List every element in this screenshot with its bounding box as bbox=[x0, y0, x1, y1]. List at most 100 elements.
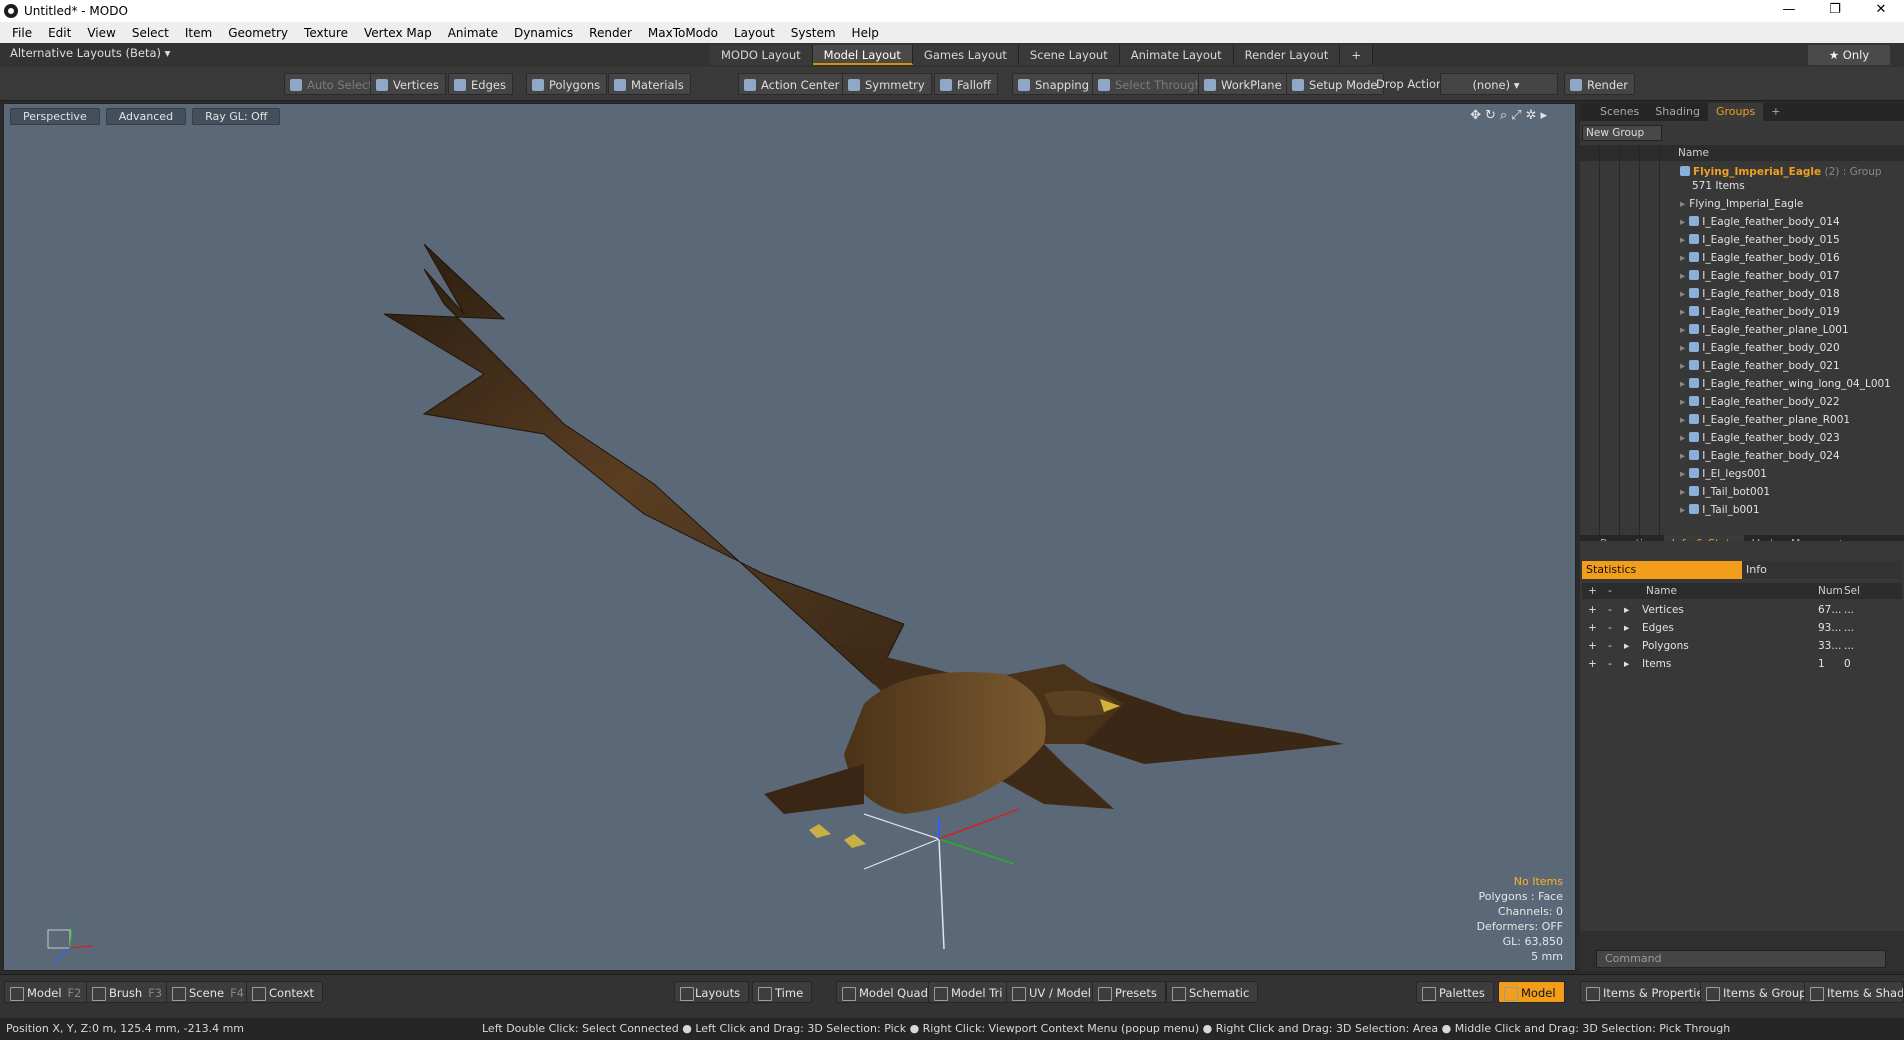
list-item[interactable]: ▸ I_Eagle_feather_body_018 bbox=[1680, 285, 1904, 303]
model-layout-button[interactable]: Model bbox=[1498, 981, 1565, 1003]
list-item[interactable]: ▸ Flying_Imperial_Eagle bbox=[1680, 195, 1904, 213]
symmetry-button[interactable]: Symmetry bbox=[842, 73, 932, 95]
tab-model-layout[interactable]: Model Layout bbox=[812, 45, 913, 65]
list-item[interactable]: ▸ I_Eagle_feather_body_017 bbox=[1680, 267, 1904, 285]
table-row[interactable]: + - ▸ Items 1 0 bbox=[1582, 655, 1902, 673]
falloff-button[interactable]: Falloff bbox=[934, 73, 998, 95]
model-quad-button[interactable]: Model Quad bbox=[836, 981, 937, 1003]
expand-icon[interactable]: + bbox=[1588, 601, 1597, 619]
menu-render[interactable]: Render bbox=[581, 26, 640, 40]
action-center-button[interactable]: Action Center bbox=[738, 73, 847, 95]
only-toggle[interactable]: ★ Only bbox=[1808, 45, 1890, 65]
model-mode-button[interactable]: Model F2 bbox=[4, 981, 91, 1003]
uv-model-button[interactable]: UV / Model bbox=[1006, 981, 1100, 1003]
layouts-button[interactable]: Layouts bbox=[674, 981, 750, 1003]
list-item[interactable]: ▸ I_Eagle_feather_plane_R001 bbox=[1680, 411, 1904, 429]
edges-button[interactable]: Edges bbox=[448, 73, 513, 95]
tab-shading[interactable]: Shading bbox=[1647, 103, 1708, 121]
materials-button[interactable]: Materials bbox=[608, 73, 691, 95]
items-shading-button[interactable]: Items & Shading bbox=[1804, 981, 1904, 1003]
menu-dynamics[interactable]: Dynamics bbox=[506, 26, 581, 40]
menu-help[interactable]: Help bbox=[844, 26, 887, 40]
tab-games-layout[interactable]: Games Layout bbox=[912, 45, 1019, 65]
select-through-button[interactable]: Select Through bbox=[1092, 73, 1209, 95]
context-button[interactable]: Context bbox=[246, 981, 324, 1003]
palettes-button[interactable]: Palettes bbox=[1416, 981, 1494, 1003]
close-button[interactable]: ✕ bbox=[1858, 0, 1904, 22]
collapse-all-icon[interactable]: - bbox=[1608, 583, 1612, 599]
tab-scenes[interactable]: Scenes bbox=[1592, 103, 1647, 121]
menu-view[interactable]: View bbox=[79, 26, 123, 40]
presets-button[interactable]: Presets bbox=[1092, 981, 1166, 1003]
menu-select[interactable]: Select bbox=[124, 26, 177, 40]
tab-render-layout[interactable]: Render Layout bbox=[1233, 45, 1341, 65]
tab-animate-layout[interactable]: Animate Layout bbox=[1119, 45, 1234, 65]
expand-icon[interactable]: + bbox=[1588, 637, 1597, 655]
drop-action-select[interactable]: (none) ▾ bbox=[1440, 73, 1558, 95]
chevron-right-icon: ▸ bbox=[1624, 658, 1630, 670]
command-input[interactable]: Command bbox=[1596, 950, 1886, 968]
scene-mode-button[interactable]: Scene F4 bbox=[166, 981, 253, 1003]
menu-texture[interactable]: Texture bbox=[296, 26, 356, 40]
list-item[interactable]: ▸ I_Eagle_feather_plane_L001 bbox=[1680, 321, 1904, 339]
3d-viewport[interactable]: Perspective Advanced Ray GL: Off ✥↻⌕⤢✲▸ bbox=[3, 103, 1576, 971]
add-tab-button[interactable]: + bbox=[1763, 103, 1788, 121]
polygons-button[interactable]: Polygons bbox=[526, 73, 608, 95]
list-item[interactable]: ▸ I_Eagle_feather_body_019 bbox=[1680, 303, 1904, 321]
list-item[interactable]: ▸ I_Eagle_feather_wing_long_04_L001 bbox=[1680, 375, 1904, 393]
render-button[interactable]: Render bbox=[1564, 73, 1635, 95]
table-row[interactable]: + - ▸ Vertices 67...... bbox=[1582, 601, 1902, 619]
tab-modo-layout[interactable]: MODO Layout bbox=[710, 45, 813, 65]
expand-icon[interactable]: + bbox=[1588, 655, 1597, 673]
expand-icon[interactable]: + bbox=[1588, 619, 1597, 637]
list-item[interactable]: ▸ I_Tail_bot001 bbox=[1680, 483, 1904, 501]
list-item[interactable]: ▸ I_El_legs001 bbox=[1680, 465, 1904, 483]
menu-animate[interactable]: Animate bbox=[440, 26, 506, 40]
list-item[interactable]: ▸ I_Eagle_feather_body_014 bbox=[1680, 213, 1904, 231]
new-group-button[interactable]: New Group bbox=[1582, 125, 1662, 141]
minimize-button[interactable]: — bbox=[1766, 0, 1812, 22]
brush-mode-button[interactable]: Brush F3 bbox=[86, 981, 172, 1003]
menu-vertex-map[interactable]: Vertex Map bbox=[356, 26, 440, 40]
tab-scene-layout[interactable]: Scene Layout bbox=[1018, 45, 1120, 65]
list-item[interactable]: ▸ I_Eagle_feather_body_023 bbox=[1680, 429, 1904, 447]
workplane-button[interactable]: WorkPlane bbox=[1198, 73, 1289, 95]
setup-mode-button[interactable]: Setup Mode bbox=[1286, 73, 1385, 95]
menu-geometry[interactable]: Geometry bbox=[220, 26, 296, 40]
lock-column[interactable] bbox=[1620, 145, 1640, 545]
table-row[interactable]: + - ▸ Polygons 33...... bbox=[1582, 637, 1902, 655]
select-column[interactable] bbox=[1640, 145, 1660, 545]
list-item[interactable]: ▸ I_Eagle_feather_body_020 bbox=[1680, 339, 1904, 357]
menu-system[interactable]: System bbox=[783, 26, 844, 40]
tab-info[interactable]: Info bbox=[1742, 561, 1902, 579]
tab-groups[interactable]: Groups bbox=[1707, 103, 1764, 121]
menu-file[interactable]: File bbox=[4, 26, 40, 40]
items-properties-button[interactable]: Items & Properties bbox=[1580, 981, 1719, 1003]
list-item[interactable]: ▸ I_Tail_b001 bbox=[1680, 501, 1904, 519]
list-item[interactable]: ▸ I_Eagle_feather_body_021 bbox=[1680, 357, 1904, 375]
expand-all-icon[interactable]: + bbox=[1588, 583, 1597, 599]
alternative-layouts-dropdown[interactable]: Alternative Layouts (Beta) ▾ bbox=[10, 46, 170, 60]
menu-item[interactable]: Item bbox=[177, 26, 220, 40]
list-item[interactable]: ▸ I_Eagle_feather_body_015 bbox=[1680, 231, 1904, 249]
snapping-button[interactable]: Snapping bbox=[1012, 73, 1097, 95]
auto-select-button[interactable]: Auto Select bbox=[284, 73, 380, 95]
maximize-button[interactable]: ❐ bbox=[1812, 0, 1858, 22]
menu-edit[interactable]: Edit bbox=[40, 26, 79, 40]
time-button[interactable]: Time bbox=[752, 981, 813, 1003]
table-row[interactable]: + - ▸ Edges 93...... bbox=[1582, 619, 1902, 637]
schematic-button[interactable]: Schematic bbox=[1166, 981, 1259, 1003]
menu-layout[interactable]: Layout bbox=[726, 26, 783, 40]
list-item[interactable]: ▸ I_Eagle_feather_body_022 bbox=[1680, 393, 1904, 411]
model-tri-button[interactable]: Model Tri bbox=[928, 981, 1012, 1003]
render-column[interactable] bbox=[1600, 145, 1620, 545]
name-column-header[interactable]: Name bbox=[1678, 145, 1709, 161]
list-item[interactable]: ▸ I_Eagle_feather_body_016 bbox=[1680, 249, 1904, 267]
tab-statistics[interactable]: Statistics bbox=[1582, 561, 1742, 579]
menu-maxtomodo[interactable]: MaxToModo bbox=[640, 26, 726, 40]
vertices-button[interactable]: Vertices bbox=[370, 73, 446, 95]
visibility-column[interactable] bbox=[1580, 145, 1600, 545]
tool-bar: Auto Select Vertices Edges Polygons Mate… bbox=[0, 67, 1904, 101]
list-item[interactable]: ▸ I_Eagle_feather_body_024 bbox=[1680, 447, 1904, 465]
add-layout-button[interactable]: + bbox=[1340, 45, 1373, 65]
